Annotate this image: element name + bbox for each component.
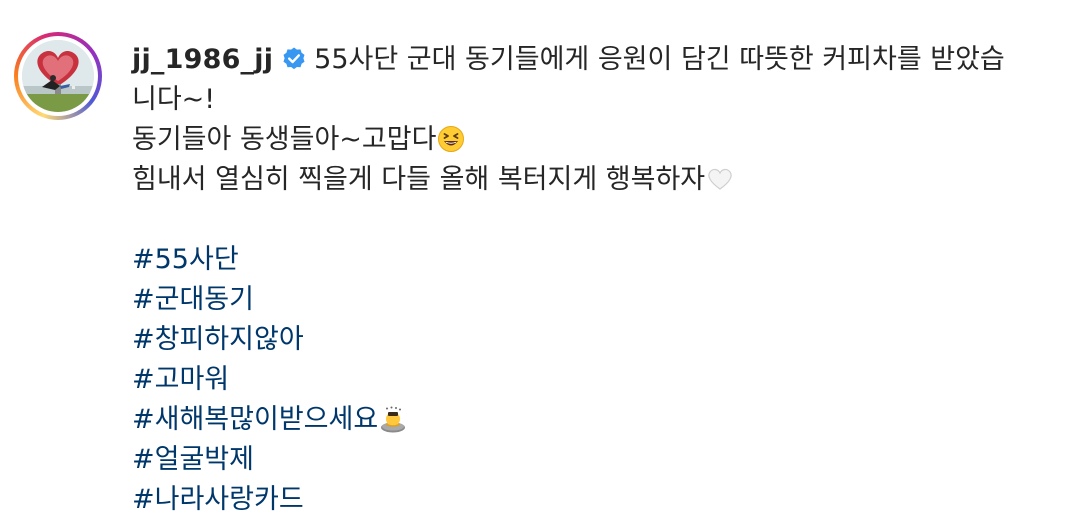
- caption-text-line-2: 니다~!: [132, 84, 216, 115]
- verified-badge-icon: [283, 47, 305, 70]
- caption-block: jj_1986_jj 55사단 군대 동기들에게 응원이 담긴 따뜻한 커피차를 …: [132, 40, 1062, 520]
- hashtag-army-mates[interactable]: #군대동기: [132, 280, 1062, 320]
- caption-first-line: jj_1986_jj 55사단 군대 동기들에게 응원이 담긴 따뜻한 커피차를 …: [132, 40, 1062, 80]
- caption-text-line-1: 55사단 군대 동기들에게 응원이 담긴 따뜻한 커피차를 받았습: [314, 44, 1005, 75]
- grinning-squinting-face-emoji: [438, 126, 465, 152]
- username-link[interactable]: jj_1986_jj: [132, 44, 273, 75]
- instagram-caption: jj_1986_jj 55사단 군대 동기들에게 응원이 담긴 따뜻한 커피차를 …: [0, 0, 1078, 530]
- caption-text-line-3: 동기들아 동생들아~고맙다: [132, 124, 437, 155]
- white-heart-emoji: [708, 168, 732, 190]
- caption-text-line-4: 힘내서 열심히 찍을게 다들 올해 복터지게 행복하자: [132, 164, 706, 195]
- heart-sculpture-photo-icon: [22, 40, 94, 112]
- hashtag-not-embarrassed[interactable]: #창피하지않아: [132, 320, 1062, 360]
- hashtag-55-division[interactable]: #55사단: [132, 240, 1062, 280]
- profile-avatar[interactable]: [14, 32, 102, 120]
- hashtag-happy-new-year[interactable]: #새해복많이받으세요: [132, 404, 378, 435]
- caption-line-4: 힘내서 열심히 찍을게 다들 올해 복터지게 행복하자: [132, 160, 1062, 200]
- hashtag-thank-you[interactable]: #고마워: [132, 360, 1062, 400]
- caption-line-3: 동기들아 동생들아~고맙다: [132, 120, 1062, 160]
- hashtag-patriot-card[interactable]: #나라사랑카드: [132, 480, 1062, 520]
- avatar-story-ring: [18, 36, 98, 116]
- hashtag-new-year-row: #새해복많이받으세요: [132, 400, 1062, 440]
- avatar-photo: [22, 40, 94, 112]
- person-bowing-emoji: [381, 406, 406, 433]
- hashtag-face-preserved[interactable]: #얼굴박제: [132, 440, 1062, 480]
